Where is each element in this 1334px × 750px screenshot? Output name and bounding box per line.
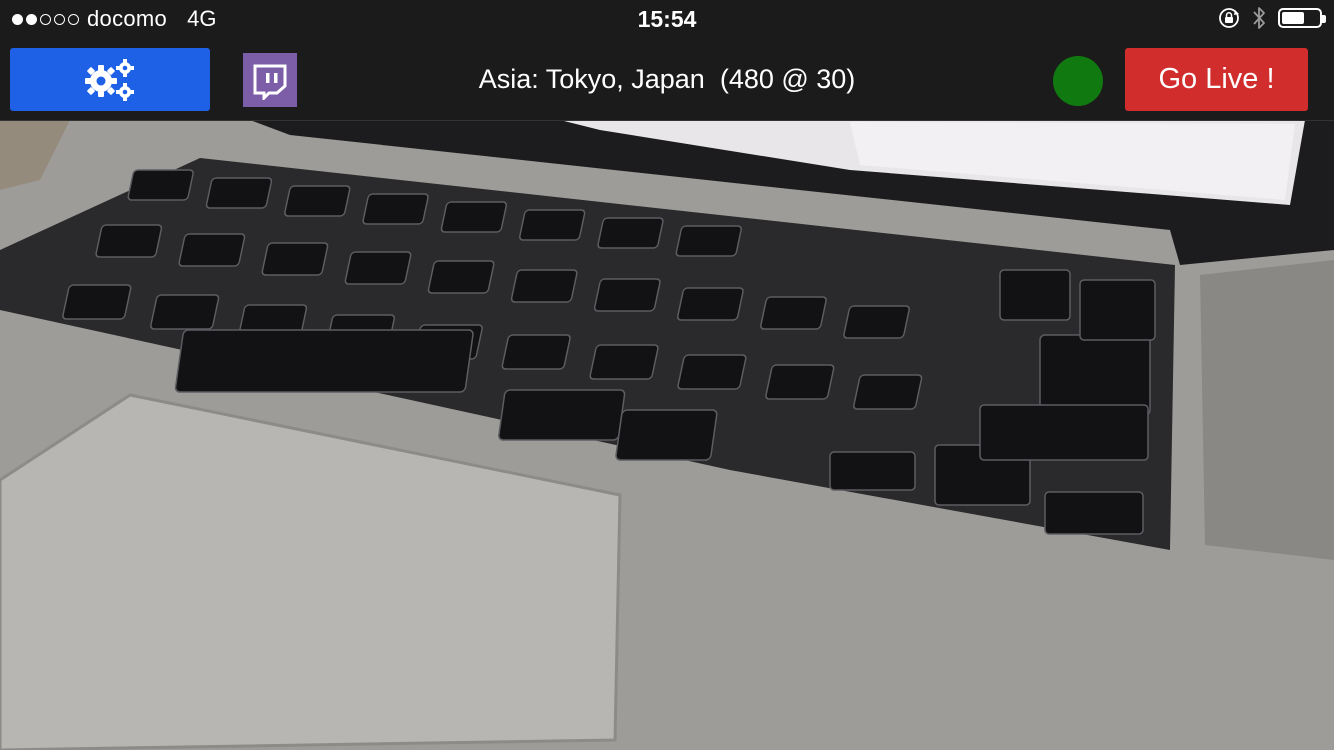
rotation-lock-icon	[1219, 8, 1239, 28]
signal-dot	[54, 13, 65, 25]
gears-icon	[85, 58, 134, 101]
network-type: 4G	[187, 6, 217, 31]
carrier-name: docomo	[87, 6, 168, 31]
app-toolbar: Asia: Tokyo, Japan (480 @ 30) Go Live !	[0, 40, 1334, 121]
signal-dot	[26, 13, 37, 25]
battery-tip	[1322, 15, 1326, 23]
twitch-icon	[253, 64, 287, 100]
status-bar: docomo 4G 15:54	[0, 0, 1334, 40]
status-indicator	[1053, 56, 1103, 106]
signal-dot	[12, 13, 23, 25]
battery-icon	[1278, 8, 1326, 28]
status-bar-left: docomo 4G	[12, 6, 216, 32]
status-bar-right	[1218, 6, 1326, 30]
bluetooth-icon	[1253, 7, 1265, 29]
twitch-button[interactable]	[243, 53, 297, 107]
signal-dot	[68, 13, 79, 25]
go-live-button[interactable]: Go Live !	[1125, 48, 1308, 111]
battery-fill	[1282, 12, 1304, 24]
settings-button[interactable]	[10, 48, 210, 111]
signal-dot	[40, 13, 51, 25]
signal-strength-icon	[12, 13, 79, 25]
